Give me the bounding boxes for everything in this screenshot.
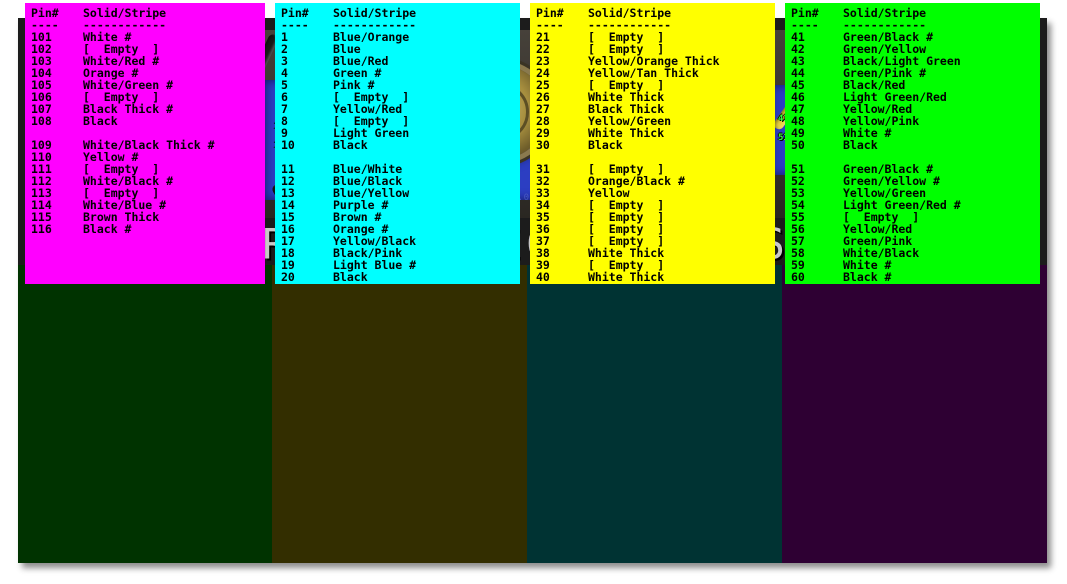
pin-rule: ----	[281, 18, 309, 32]
pin-row-entry: 19 Light Blue #	[281, 259, 520, 271]
pin-number: 30	[536, 138, 550, 152]
pin-number: 60	[791, 270, 805, 284]
pin-row-entry: 44 Green/Pink #	[791, 67, 1040, 79]
pin-row-entry: 20 Black	[281, 271, 520, 283]
pin-number: 4	[281, 66, 288, 80]
pinout-panel-41-60: Pin# Solid/Stripe ---- ------------ 41 Green/…	[785, 3, 1040, 284]
pin-row-entry: 15 Brown #	[281, 211, 520, 223]
pin-row-entry: 55[ Empty ]	[791, 211, 1040, 223]
pin-row-entry: 109 White/Black Thick #	[31, 139, 265, 151]
pin-row-entry: 115 Brown Thick	[31, 211, 265, 223]
pin-number: 20	[281, 270, 295, 284]
pin-number: 10	[281, 138, 295, 152]
panel-c-border	[527, 265, 782, 563]
wire-color: White Thick	[588, 270, 665, 284]
panel-d-border	[782, 265, 1047, 563]
pin-row-entry: 1 Blue/Orange	[281, 31, 520, 43]
pin-number: 40	[536, 270, 550, 284]
pin-row-entry: 40 White Thick	[536, 271, 775, 283]
wire-color: Black	[83, 114, 118, 128]
pin-row-entry: 13 Blue/Yellow	[281, 187, 520, 199]
pin-row-entry: 49 White #	[791, 127, 1040, 139]
header-rule: ---- ------------	[31, 19, 265, 31]
pin-row-entry: 29 White Thick	[536, 127, 775, 139]
pin-number: 1	[281, 30, 288, 44]
pin-number: 7	[281, 102, 288, 116]
wire-color: Black	[843, 138, 878, 152]
pin-number: 3	[281, 54, 288, 68]
pin-row-entry: 10 Black	[281, 139, 520, 151]
pin-row-entry: 4 Green #	[281, 67, 520, 79]
pinout-panel-101-116: Pin# Solid/Stripe ---- ------------ 101 White…	[25, 3, 265, 284]
pin-row-entry: 3 Blue/Red	[281, 55, 520, 67]
wire-color: Black	[588, 138, 623, 152]
pin-row-entry: 59 White #	[791, 259, 1040, 271]
pin-row-entry: 107 Black Thick #	[31, 103, 265, 115]
pin-row-entry: 48 Yellow/Pink	[791, 115, 1040, 127]
pinout-panel-21-40: Pin# Solid/Stripe ---- ------------ 21[ Empt…	[530, 3, 775, 284]
pin-row-entry: 2 Blue	[281, 43, 520, 55]
pin-number: 50	[791, 138, 805, 152]
pin-number: 8	[281, 114, 288, 128]
wire-color: Black	[333, 138, 368, 152]
wire-color: Black #	[83, 222, 132, 236]
pin-number: 2	[281, 42, 288, 56]
pin-row-entry: 103 White/Red #	[31, 55, 265, 67]
pin-number: 108	[31, 114, 52, 128]
pin-row-entry: 14 Purple #	[281, 199, 520, 211]
panel-b-border	[272, 265, 527, 563]
panel-a-border	[18, 265, 272, 563]
pin-row-entry: 32 Orange/Black #	[536, 175, 775, 187]
pin-row-entry: 108 Black	[31, 115, 265, 127]
pin-row-entry: 60 Black #	[791, 271, 1040, 283]
pin-number: 5	[281, 78, 288, 92]
pin-row-entry: 30 Black	[536, 139, 775, 151]
pin-row-entry: 56 Yellow/Red	[791, 223, 1040, 235]
wire-color: Black	[333, 270, 368, 284]
pin-row-entry: 46 Light Green/Red	[791, 91, 1040, 103]
pin-row-entry: 9 Light Green	[281, 127, 520, 139]
pin-row-entry: 50 Black	[791, 139, 1040, 151]
pin-number: 6	[281, 90, 288, 104]
wire-color: Black #	[843, 270, 892, 284]
pin-number: 116	[31, 222, 52, 236]
pin-row-entry: 58 White/Black	[791, 247, 1040, 259]
pinout-panel-1-20: Pin# Solid/Stripe ---- ------------ 1 Blue/Or…	[275, 3, 520, 284]
pin-row-entry: 116 Black #	[31, 223, 265, 235]
